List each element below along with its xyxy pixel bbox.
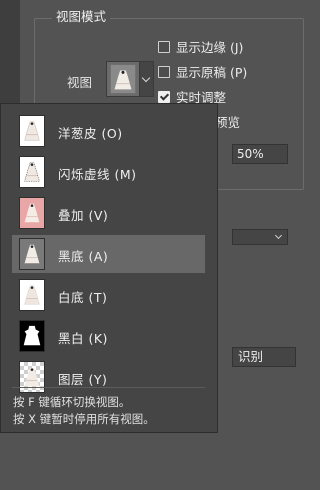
- marching-ants-thumb-icon: [19, 156, 45, 188]
- view-mode-overlay[interactable]: 叠加 (V): [12, 194, 205, 232]
- show-edges-option[interactable]: 显示边缘 (J): [158, 37, 243, 56]
- percent-field[interactable]: 50%: [232, 144, 288, 164]
- view-dropdown-button[interactable]: [139, 61, 154, 97]
- show-original-checkbox[interactable]: [158, 65, 170, 78]
- view-mode-on-layers[interactable]: 图层 (Y): [12, 358, 205, 396]
- partial-preview-label: 预览: [215, 115, 241, 130]
- show-edges-checkbox[interactable]: [158, 40, 170, 53]
- view-mode-label: 黑底 (A): [58, 249, 109, 264]
- show-original-label: 显示原稿 (P): [176, 65, 248, 80]
- overlay-thumb-icon: [19, 197, 45, 229]
- view-thumbnail-picker[interactable]: [106, 61, 140, 97]
- view-mode-list: 洋葱皮 (O) 闪烁虚线 (M) 叠加 (V) 黑底 (A) 白底 (T) 黑白…: [12, 112, 205, 490]
- view-mode-black-white[interactable]: 黑白 (K): [12, 317, 205, 355]
- view-mode-group-title: 视图模式: [52, 6, 111, 25]
- realtime-adjust-checkbox[interactable]: [158, 90, 170, 103]
- show-original-option[interactable]: 显示原稿 (P): [158, 62, 247, 81]
- black-white-thumb-icon: [19, 320, 45, 352]
- view-mode-menu: 洋葱皮 (O) 闪烁虚线 (M) 叠加 (V) 黑底 (A) 白底 (T) 黑白…: [0, 103, 218, 433]
- partial-select[interactable]: [232, 229, 288, 245]
- on-white-thumb-icon: [19, 279, 45, 311]
- view-mode-label: 黑白 (K): [58, 331, 108, 346]
- view-mode-label: 白底 (T): [58, 290, 108, 305]
- hint-cycle-views: 按 F 键循环切换视图。: [13, 395, 131, 409]
- view-mode-on-white[interactable]: 白底 (T): [12, 276, 205, 314]
- on-layers-thumb-icon: [19, 361, 45, 393]
- onion-skin-thumb-icon: [19, 115, 45, 147]
- view-mode-label: 叠加 (V): [58, 208, 109, 223]
- show-edges-label: 显示边缘 (J): [176, 40, 244, 55]
- view-mode-onion-skin[interactable]: 洋葱皮 (O): [12, 112, 205, 150]
- view-mode-marching-ants[interactable]: 闪烁虚线 (M): [12, 153, 205, 191]
- identify-button[interactable]: 识别: [232, 347, 296, 367]
- view-mode-on-black[interactable]: 黑底 (A): [12, 235, 205, 273]
- view-mode-label: 图层 (Y): [58, 372, 108, 387]
- view-mode-label: 闪烁虚线 (M): [58, 167, 137, 182]
- view-mode-label: 洋葱皮 (O): [58, 126, 123, 141]
- on-black-thumb-icon: [19, 238, 45, 270]
- dress-thumbnail-icon: [110, 64, 136, 94]
- hint-disable-views: 按 X 键暂时停用所有视图。: [13, 412, 155, 426]
- view-label: 视图: [67, 75, 93, 90]
- menu-divider: [12, 387, 205, 388]
